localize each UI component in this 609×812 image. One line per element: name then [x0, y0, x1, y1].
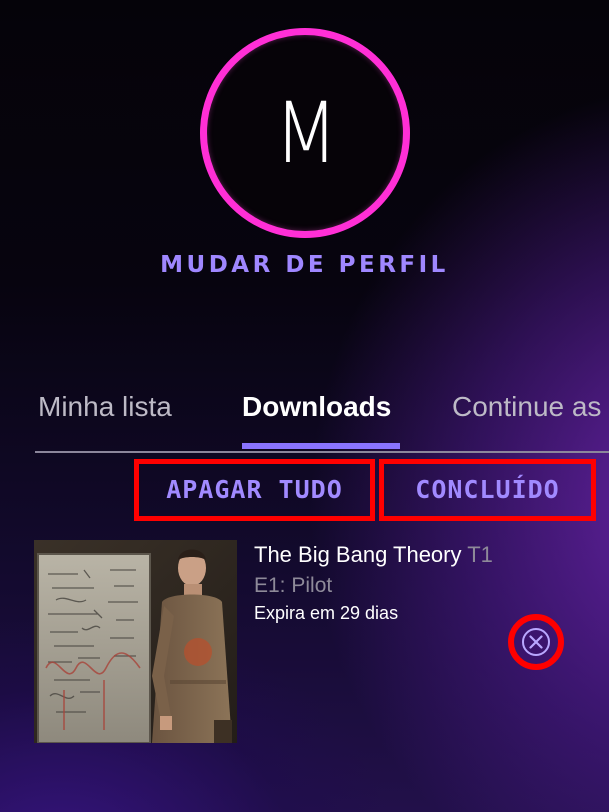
- season-label: T1: [467, 542, 493, 567]
- tab-downloads[interactable]: Downloads: [242, 388, 391, 426]
- close-circle-icon: [522, 628, 550, 656]
- avatar-letter: M: [273, 84, 338, 182]
- download-list-item[interactable]: The Big Bang Theory T1 E1: Pilot Expira …: [34, 540, 609, 744]
- item-title: The Big Bang Theory T1: [254, 542, 493, 568]
- episode-label: E1: Pilot: [254, 574, 333, 597]
- active-tab-indicator: [242, 443, 400, 449]
- done-button[interactable]: CONCLUÍDO: [379, 459, 596, 521]
- show-title: The Big Bang Theory: [254, 542, 462, 567]
- tab-my-list[interactable]: Minha lista: [38, 388, 172, 426]
- expiry-label: Expira em 29 dias: [254, 603, 399, 623]
- downloads-screen: M MUDAR DE PERFIL Minha lista Downloads …: [0, 0, 609, 812]
- tab-bar: Minha lista Downloads Continue as: [35, 388, 609, 452]
- delete-all-button[interactable]: APAGAR TUDO: [134, 459, 375, 521]
- tabs-divider: [35, 451, 609, 453]
- episode-thumbnail-image: [34, 540, 237, 743]
- remove-download-button[interactable]: [508, 614, 564, 670]
- change-profile-link[interactable]: MUDAR DE PERFIL: [0, 252, 609, 278]
- episode-thumbnail[interactable]: [34, 540, 237, 743]
- tab-continue-watching[interactable]: Continue as: [452, 388, 601, 426]
- profile-avatar[interactable]: M: [200, 28, 410, 238]
